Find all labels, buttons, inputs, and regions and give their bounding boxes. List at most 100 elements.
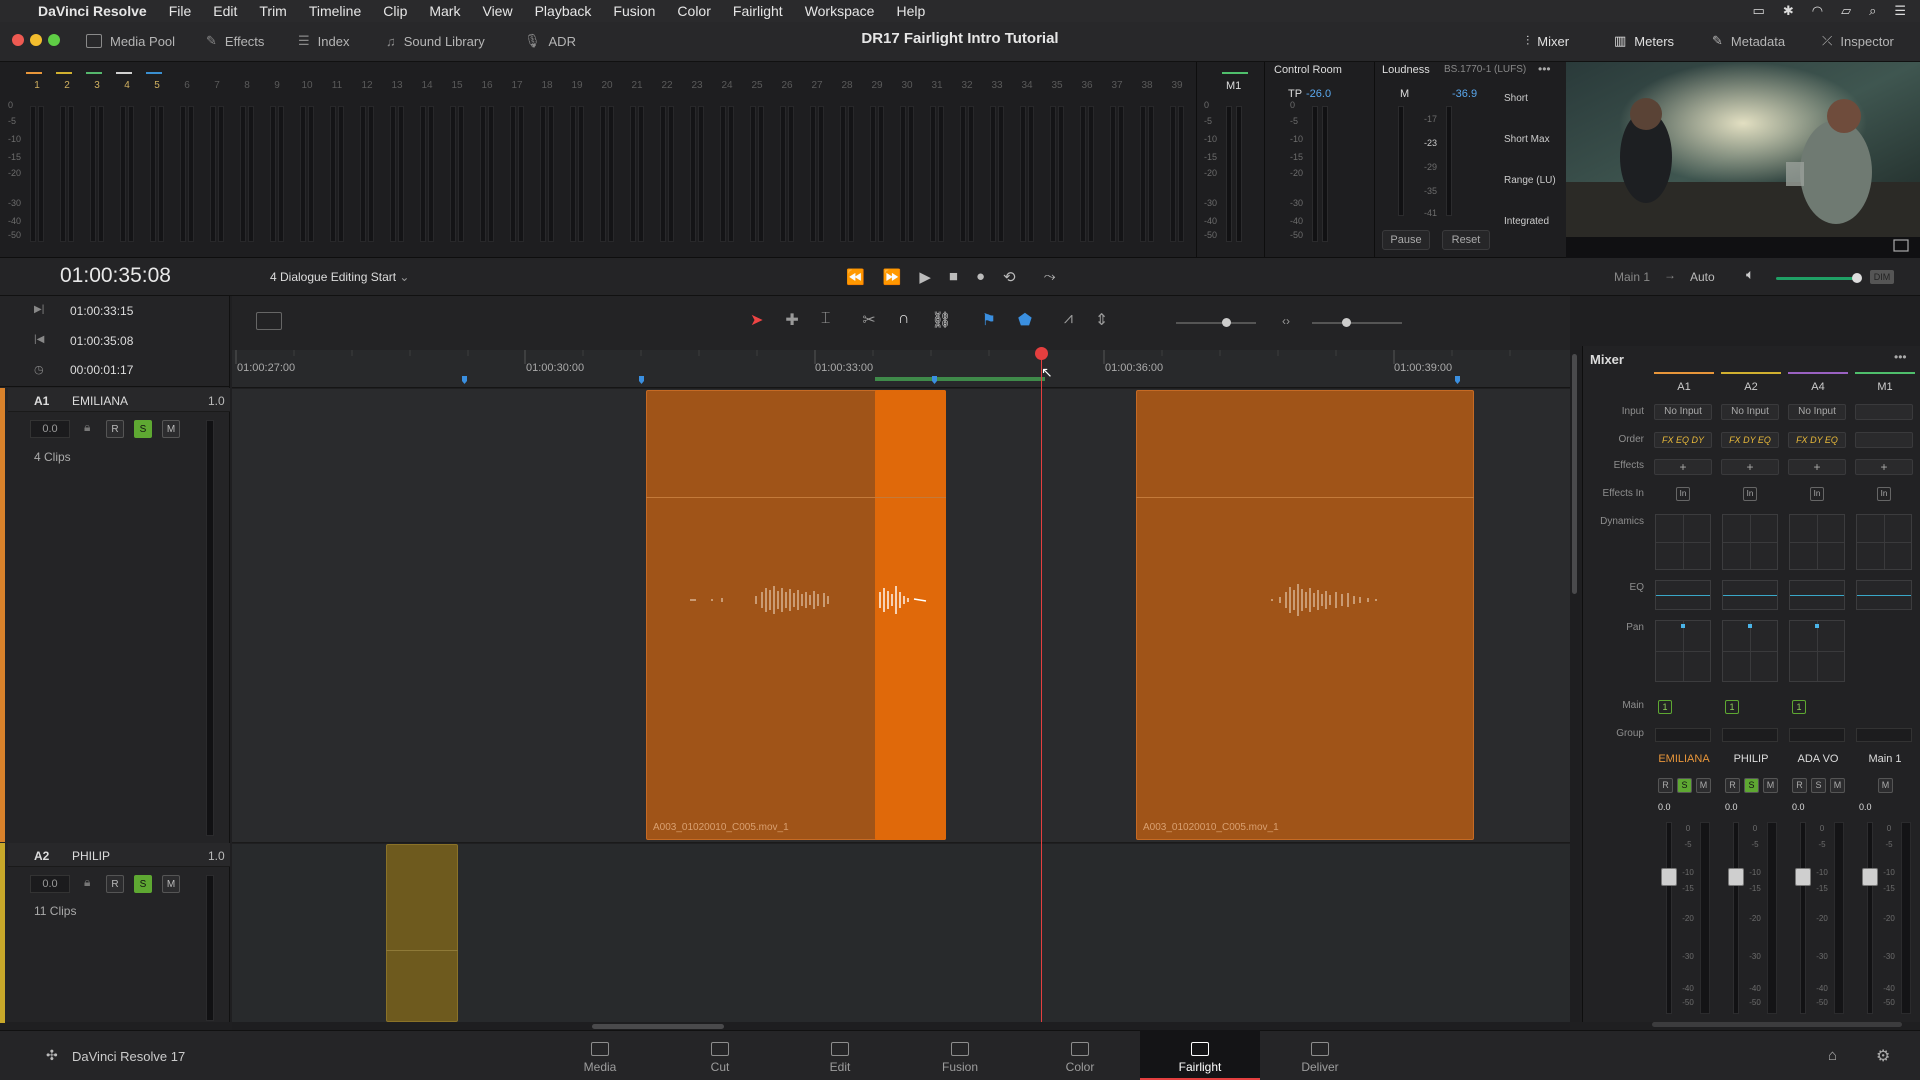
pan-control[interactable] <box>1789 620 1845 682</box>
audio-clip[interactable] <box>386 844 458 1022</box>
track-a1-record-button[interactable]: R <box>106 420 124 438</box>
speaker-icon[interactable]: 🔈︎ <box>1746 266 1754 283</box>
loudness-options-icon[interactable]: ••• <box>1538 62 1551 76</box>
horizontal-scrollbar[interactable] <box>232 1022 1570 1030</box>
main-bus-assign[interactable]: 1 <box>1792 700 1806 714</box>
channel-input-select[interactable] <box>1855 404 1913 420</box>
menu-fairlight[interactable]: Fairlight <box>733 3 783 19</box>
metadata-button[interactable]: ✎ Metadata <box>1712 30 1785 52</box>
loudness-reset-button[interactable]: Reset <box>1442 230 1490 250</box>
cast-icon[interactable]: ▭ <box>1753 3 1765 19</box>
eq-graph[interactable] <box>1789 580 1845 610</box>
dynamics-graph[interactable] <box>1789 514 1845 570</box>
page-cut[interactable]: Cut <box>660 1030 780 1080</box>
waveform-zoom-icon[interactable]: ⩘ <box>1064 310 1073 330</box>
track-a1-volume[interactable]: 0.0 <box>30 420 70 438</box>
loudness-pause-button[interactable]: Pause <box>1382 230 1430 250</box>
channel-fader-handle[interactable] <box>1728 868 1744 886</box>
dim-button[interactable]: DIM <box>1870 270 1894 284</box>
mixer-options-icon[interactable]: ••• <box>1894 350 1907 364</box>
main-bus-assign[interactable]: 1 <box>1725 700 1739 714</box>
channel-m-button[interactable]: M <box>1878 778 1893 793</box>
add-effect-button[interactable]: + <box>1721 459 1779 475</box>
channel-fader-handle[interactable] <box>1661 868 1677 886</box>
menu-timeline[interactable]: Timeline <box>309 3 361 19</box>
loop-icon[interactable]: ⟲ <box>1003 268 1016 286</box>
dynamics-graph[interactable] <box>1722 514 1778 570</box>
playhead-handle[interactable] <box>1035 347 1048 360</box>
trim-tool-icon[interactable]: ⌶ <box>821 310 831 330</box>
track-a2-record-button[interactable]: R <box>106 875 124 893</box>
channel-s-button[interactable]: S <box>1744 778 1759 793</box>
main-bus-assign[interactable]: 1 <box>1658 700 1672 714</box>
inspector-button[interactable]: ⤫ Inspector <box>1822 30 1894 52</box>
link-icon[interactable]: ⛓︎ <box>931 310 951 330</box>
pan-control[interactable] <box>1722 620 1778 682</box>
horizontal-zoom-slider[interactable] <box>1312 322 1402 324</box>
channel-m-button[interactable]: M <box>1763 778 1778 793</box>
menu-trim[interactable]: Trim <box>259 3 286 19</box>
mixer-scrollbar[interactable] <box>1652 1022 1902 1027</box>
vertical-scrollbar-thumb[interactable] <box>1572 354 1577 594</box>
clip-volume-line[interactable] <box>1136 497 1474 498</box>
channel-s-button[interactable]: S <box>1811 778 1826 793</box>
pan-control[interactable] <box>1655 620 1711 682</box>
menu-workspace[interactable]: Workspace <box>805 3 875 19</box>
clip-volume-line[interactable] <box>386 950 458 951</box>
effects-in-toggle[interactable]: In <box>1743 487 1757 501</box>
fast-forward-icon[interactable]: ⏩ <box>883 268 902 286</box>
menu-view[interactable]: View <box>482 3 512 19</box>
add-effect-button[interactable]: + <box>1654 459 1712 475</box>
menu-clip[interactable]: Clip <box>383 3 407 19</box>
dynamics-graph[interactable] <box>1856 514 1912 570</box>
channel-r-button[interactable]: R <box>1725 778 1740 793</box>
wifi-icon[interactable]: ◠ <box>1812 3 1823 19</box>
menu-app[interactable]: DaVinci Resolve <box>38 3 147 19</box>
record-icon[interactable]: ● <box>976 268 985 286</box>
menu-help[interactable]: Help <box>896 3 925 19</box>
automation-mode[interactable]: Auto <box>1690 270 1715 284</box>
add-effect-button[interactable]: + <box>1855 459 1913 475</box>
flag-icon[interactable]: ⚑ <box>982 310 996 330</box>
play-icon[interactable]: ▶ <box>919 268 931 286</box>
home-icon[interactable]: ⌂ <box>1828 1047 1837 1064</box>
channel-r-button[interactable]: R <box>1658 778 1673 793</box>
monitor-volume-slider[interactable] <box>1776 277 1856 280</box>
meters-toggle-button[interactable]: ▥ Meters <box>1614 30 1674 52</box>
channel-r-button[interactable]: R <box>1792 778 1807 793</box>
track-a1-solo-button[interactable]: S <box>134 420 152 438</box>
channel-fader-handle[interactable] <box>1795 868 1811 886</box>
menu-fusion[interactable]: Fusion <box>613 3 655 19</box>
track-a2-volume[interactable]: 0.0 <box>30 875 70 893</box>
add-effect-button[interactable]: + <box>1788 459 1846 475</box>
menu-mark[interactable]: Mark <box>429 3 460 19</box>
channel-input-select[interactable]: No Input <box>1788 404 1846 420</box>
channel-m-button[interactable]: M <box>1696 778 1711 793</box>
channel-order-button[interactable]: FX DY EQ <box>1721 432 1779 448</box>
timeline-view-options-icon[interactable] <box>256 312 282 330</box>
track-a2-solo-button[interactable]: S <box>134 875 152 893</box>
channel-m-button[interactable]: M <box>1830 778 1845 793</box>
horizontal-zoom-handle[interactable] <box>1342 318 1351 327</box>
channel-order-button[interactable]: FX EQ DY <box>1654 432 1712 448</box>
horizontal-scrollbar-thumb[interactable] <box>592 1024 724 1029</box>
control-center-icon[interactable]: ☰ <box>1894 3 1906 19</box>
monitor-volume-handle[interactable] <box>1852 273 1862 283</box>
snapping-icon[interactable]: ∩ <box>898 310 910 330</box>
lock-icon[interactable]: 🔒︎ <box>84 875 90 890</box>
page-deliver[interactable]: Deliver <box>1260 1030 1380 1080</box>
eq-graph[interactable] <box>1856 580 1912 610</box>
horizontal-zoom-icon[interactable]: ‹› <box>1282 314 1290 328</box>
effects-in-toggle[interactable]: In <box>1810 487 1824 501</box>
group-selector[interactable] <box>1789 728 1845 742</box>
timeline-selector[interactable]: 4 Dialogue Editing Start ⌄ <box>270 270 409 284</box>
group-selector[interactable] <box>1856 728 1912 742</box>
lock-icon[interactable]: 🔒︎ <box>84 420 90 435</box>
eq-graph[interactable] <box>1655 580 1711 610</box>
menu-edit[interactable]: Edit <box>213 3 237 19</box>
automation-icon[interactable]: ⤳ <box>1044 268 1056 286</box>
airplay-icon[interactable]: ▱ <box>1841 3 1851 19</box>
menu-playback[interactable]: Playback <box>535 3 592 19</box>
channel-fader-track[interactable] <box>1666 822 1672 1014</box>
effects-in-toggle[interactable]: In <box>1877 487 1891 501</box>
